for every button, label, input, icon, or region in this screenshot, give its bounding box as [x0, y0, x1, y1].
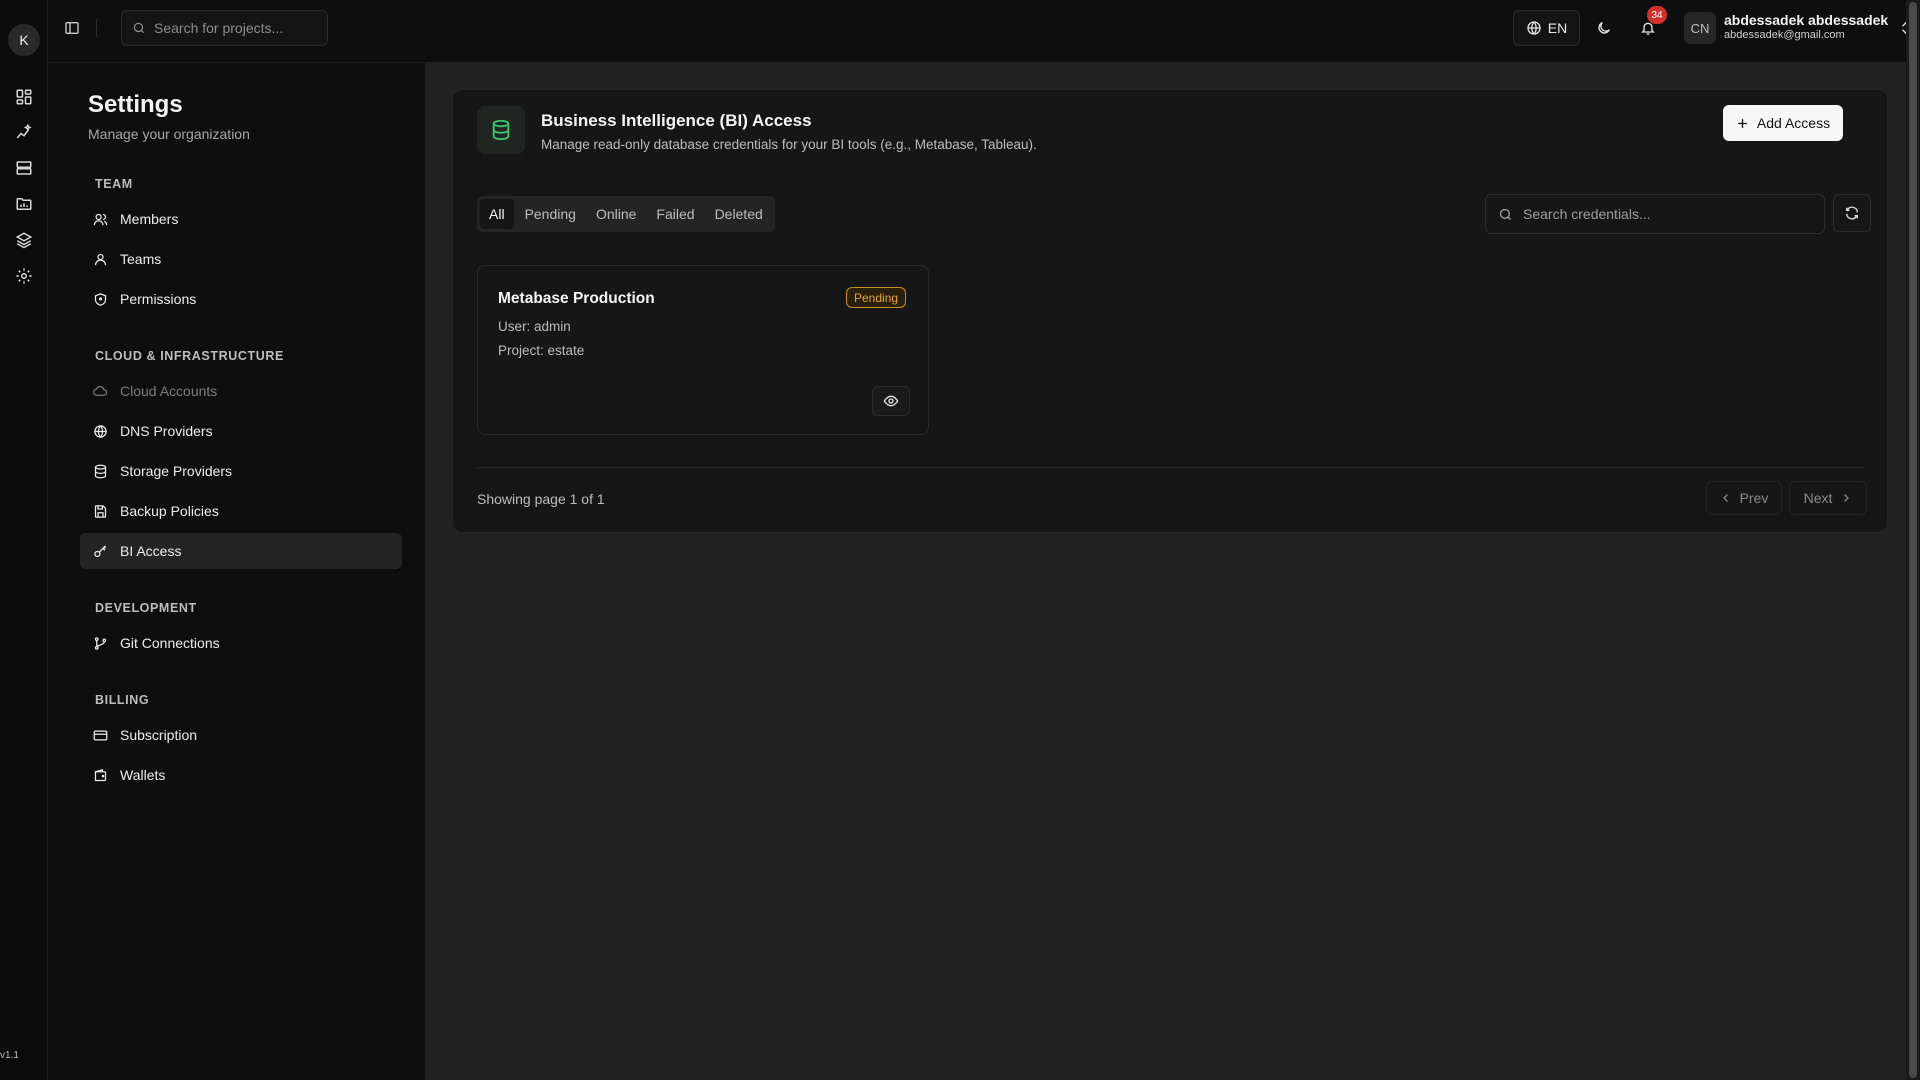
sparkle-chart-icon[interactable]: [10, 118, 38, 146]
sidebar-item-label: Git Connections: [120, 635, 220, 651]
database-icon: [477, 106, 525, 154]
sidebar-item-label: Storage Providers: [120, 463, 233, 479]
prev-page-button[interactable]: Prev: [1706, 481, 1782, 515]
credential-search[interactable]: [1485, 194, 1825, 234]
credential-project: Project: estate: [498, 343, 585, 358]
pagination-divider: [477, 467, 1865, 468]
tab-failed[interactable]: Failed: [647, 199, 703, 229]
search-icon: [1498, 207, 1513, 222]
sidebar-item-label: DNS Providers: [120, 423, 213, 439]
chevron-left-icon: [1720, 492, 1732, 504]
shield-icon: [92, 291, 108, 307]
prev-label: Prev: [1739, 490, 1769, 506]
section-billing: BILLING: [95, 693, 150, 707]
sidebar-item-permissions[interactable]: Permissions: [80, 281, 402, 317]
user-icon: [92, 251, 108, 267]
sidebar-item-backup-policies[interactable]: Backup Policies: [80, 493, 402, 529]
sidebar-item-label: Wallets: [120, 767, 166, 783]
page-subtitle: Manage your organization: [88, 126, 250, 142]
sidebar-item-git-connections[interactable]: Git Connections: [80, 625, 402, 661]
sidebar-item-subscription[interactable]: Subscription: [80, 717, 402, 753]
language-button[interactable]: EN: [1513, 10, 1580, 46]
bi-access-panel: Business Intelligence (BI) Access Manage…: [452, 89, 1888, 533]
save-icon: [92, 503, 108, 519]
next-label: Next: [1803, 490, 1833, 506]
next-page-button[interactable]: Next: [1789, 481, 1867, 515]
page-title: Settings: [88, 91, 183, 118]
add-access-button[interactable]: Add Access: [1723, 105, 1843, 141]
key-icon: [92, 543, 108, 559]
scrollbar-thumb[interactable]: [1909, 2, 1917, 1078]
sidebar-item-label: Subscription: [120, 727, 198, 743]
chevron-right-icon: [1840, 492, 1852, 504]
sidebar-item-dns-providers[interactable]: DNS Providers: [80, 413, 402, 449]
credit-card-icon: [92, 727, 108, 743]
gear-icon[interactable]: [10, 262, 38, 290]
section-development: DEVELOPMENT: [95, 601, 197, 615]
users-icon: [92, 211, 108, 227]
layers-icon[interactable]: [10, 226, 38, 254]
tab-pending[interactable]: Pending: [516, 199, 585, 229]
version-label: v1.1: [0, 1050, 19, 1061]
search-icon: [132, 21, 146, 35]
sidebar-item-bi-access[interactable]: BI Access: [80, 533, 402, 569]
plus-icon: [1736, 117, 1749, 130]
user-email: abdessadek@gmail.com: [1724, 29, 1845, 41]
sidebar-item-label: Cloud Accounts: [120, 383, 218, 399]
user-menu[interactable]: CN abdessadek abdessadek abdessadek@gmai…: [1684, 10, 1920, 46]
git-branch-icon: [92, 635, 108, 651]
panel-description: Manage read-only database credentials fo…: [541, 137, 1037, 152]
folder-chart-icon[interactable]: [10, 190, 38, 218]
avatar: CN: [1684, 12, 1716, 44]
project-search[interactable]: [121, 10, 328, 46]
sidebar-toggle-icon[interactable]: [61, 17, 83, 39]
server-icon[interactable]: [10, 154, 38, 182]
credential-user: User: admin: [498, 319, 571, 334]
project-search-input[interactable]: [154, 20, 314, 36]
globe-icon: [1526, 20, 1542, 36]
top-bar: EN 34 CN abdessadek abdessadek abdessade…: [48, 0, 1920, 63]
sidebar-item-label: Backup Policies: [120, 503, 219, 519]
sidebar-item-label: Permissions: [120, 291, 197, 307]
tab-all[interactable]: All: [480, 199, 514, 229]
sidebar-item-storage-providers[interactable]: Storage Providers: [80, 453, 402, 489]
notification-count-badge: 34: [1647, 6, 1667, 24]
main-content: Business Intelligence (BI) Access Manage…: [426, 63, 1920, 1080]
icon-rail: K v1.1: [0, 0, 48, 1080]
sidebar-item-cloud-accounts[interactable]: Cloud Accounts: [80, 373, 402, 409]
credential-search-input[interactable]: [1523, 206, 1803, 222]
tab-deleted[interactable]: Deleted: [706, 199, 772, 229]
credential-card[interactable]: Metabase Production User: admin Project:…: [477, 265, 929, 435]
sidebar-item-members[interactable]: Members: [80, 201, 402, 237]
panel-title: Business Intelligence (BI) Access: [541, 111, 812, 130]
topbar-divider: [96, 19, 97, 37]
wallet-icon: [92, 767, 108, 783]
tab-online[interactable]: Online: [587, 199, 645, 229]
language-label: EN: [1547, 20, 1568, 36]
status-tabs: All Pending Online Failed Deleted: [477, 196, 775, 232]
cloud-icon: [92, 383, 108, 399]
globe-icon: [92, 423, 108, 439]
database-icon: [92, 463, 108, 479]
sidebar-item-label: Teams: [120, 251, 162, 267]
add-access-label: Add Access: [1756, 115, 1831, 131]
sidebar-item-label: BI Access: [120, 543, 182, 559]
status-badge: Pending: [846, 287, 907, 308]
section-team: TEAM: [95, 177, 133, 191]
settings-sidebar: Settings Manage your organization TEAM M…: [48, 63, 426, 1080]
sidebar-item-wallets[interactable]: Wallets: [80, 757, 402, 793]
eye-icon[interactable]: [872, 386, 910, 416]
sidebar-item-label: Members: [120, 211, 179, 227]
credential-name: Metabase Production: [498, 290, 655, 307]
refresh-icon[interactable]: [1833, 194, 1871, 232]
section-cloud: CLOUD & INFRASTRUCTURE: [95, 349, 284, 363]
user-name: abdessadek abdessadek: [1724, 12, 1889, 28]
dashboard-icon[interactable]: [10, 83, 38, 111]
org-logo[interactable]: K: [8, 24, 40, 56]
moon-icon[interactable]: [1591, 15, 1617, 41]
page-info: Showing page 1 of 1: [477, 491, 605, 507]
sidebar-item-teams[interactable]: Teams: [80, 241, 402, 277]
